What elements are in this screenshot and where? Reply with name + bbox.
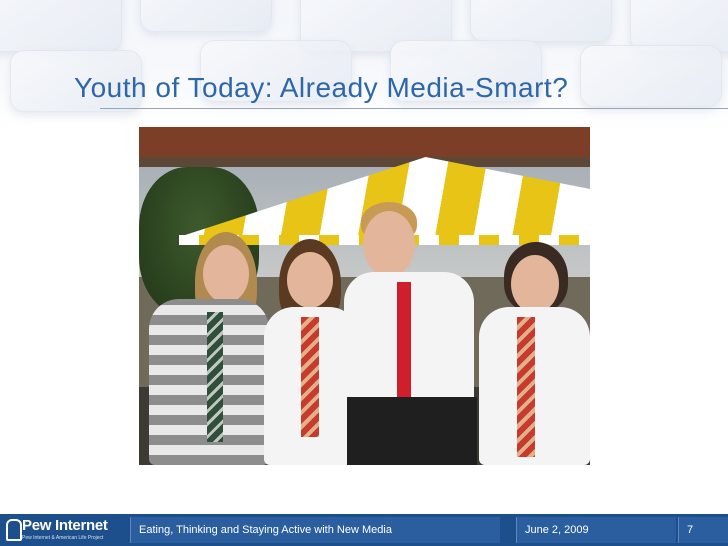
photo-tie	[301, 317, 319, 437]
footer-date: June 2, 2009	[516, 517, 676, 543]
decor-key	[0, 0, 122, 52]
title-divider	[100, 108, 728, 109]
slide-photo	[139, 127, 590, 465]
decor-key	[140, 0, 272, 32]
photo-building	[139, 127, 590, 157]
keyboard-background	[0, 0, 728, 130]
photo-tie	[517, 317, 535, 457]
photo-tie	[207, 312, 223, 442]
decor-key	[470, 0, 612, 42]
photo-face	[363, 211, 415, 277]
slide-title: Youth of Today: Already Media-Smart?	[74, 72, 569, 103]
photo-trousers	[347, 397, 477, 465]
photo-tie	[397, 282, 411, 402]
photo-face	[287, 252, 333, 308]
photo-face	[203, 245, 249, 303]
photo-building-stripe	[139, 157, 590, 167]
pew-logo-icon	[6, 519, 22, 541]
photo-face	[511, 255, 559, 313]
logo-subtitle: Pew Internet & American Life Project	[22, 535, 104, 541]
footer-page-number: 7	[678, 517, 728, 543]
logo-name: Pew Internet	[22, 517, 108, 534]
decor-key	[580, 45, 722, 107]
footer-presentation-title: Eating, Thinking and Staying Active with…	[130, 517, 500, 543]
